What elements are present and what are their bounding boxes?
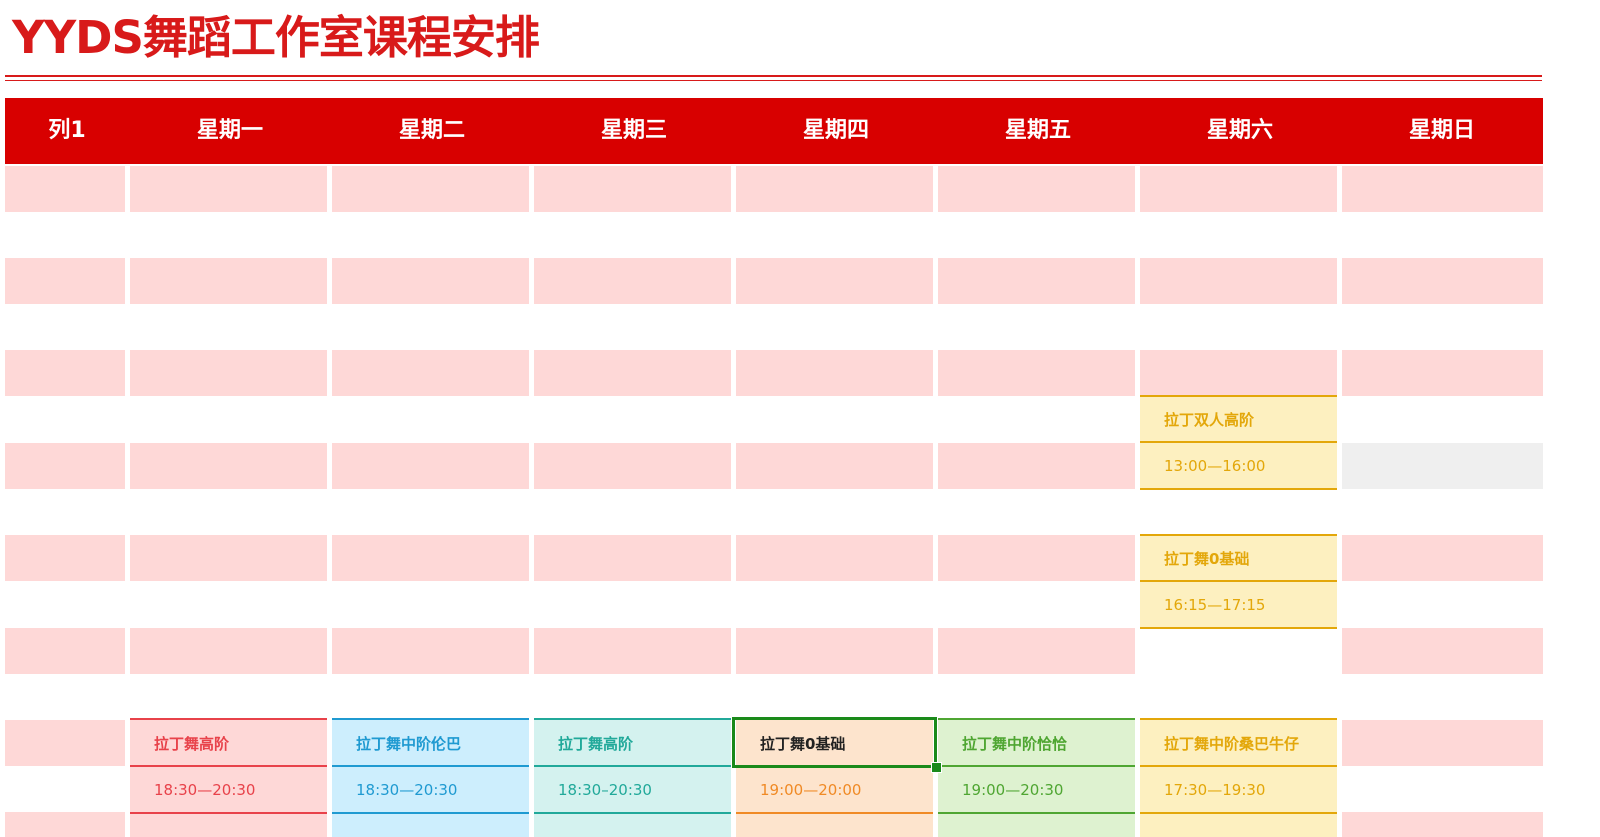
grid-cell[interactable] <box>5 720 125 766</box>
course-cell-continuation[interactable] <box>938 814 1135 837</box>
course-time-cell[interactable]: 19:00—20:30 <box>938 765 1135 814</box>
course-time-cell[interactable]: 18:30—20:30 <box>332 765 529 814</box>
grid-cell[interactable] <box>736 166 933 212</box>
grid-cell[interactable] <box>736 535 933 581</box>
grid-cell[interactable] <box>332 166 529 212</box>
course-name-cell[interactable]: 拉丁双人高阶 <box>1140 395 1337 442</box>
course-cell-continuation[interactable] <box>1140 814 1337 837</box>
course-time-cell[interactable]: 13:00—16:00 <box>1140 441 1337 490</box>
grid-cell[interactable] <box>1342 350 1543 396</box>
grid-cell[interactable] <box>736 350 933 396</box>
course-name-cell[interactable]: 拉丁舞中阶恰恰 <box>938 718 1135 766</box>
selected-cell-outline <box>732 717 937 768</box>
grid-cell[interactable] <box>1140 350 1337 396</box>
header-thursday[interactable]: 星期四 <box>735 98 937 164</box>
grid-cell[interactable] <box>1342 535 1543 581</box>
grid-cell[interactable] <box>938 443 1135 489</box>
grid-cell[interactable] <box>332 535 529 581</box>
course-cell-continuation[interactable] <box>130 814 327 837</box>
page-title: YYDS舞蹈工作室课程安排 <box>12 11 540 64</box>
grid-cell[interactable] <box>938 535 1135 581</box>
course-name-cell[interactable]: 拉丁舞0基础 <box>1140 534 1337 581</box>
course-cell-continuation[interactable] <box>332 814 529 837</box>
grid-cell[interactable] <box>332 350 529 396</box>
grid-cell[interactable] <box>130 166 327 212</box>
grid-cell[interactable] <box>5 350 125 396</box>
course-time-cell[interactable]: 16:15—17:15 <box>1140 580 1337 629</box>
course-cell-continuation[interactable] <box>534 814 731 837</box>
grid-cell[interactable] <box>5 812 125 837</box>
grid-cell[interactable] <box>534 628 731 674</box>
grid-cell[interactable] <box>130 628 327 674</box>
grid-cell[interactable] <box>5 443 125 489</box>
grid-cell[interactable] <box>1342 628 1543 674</box>
header-tuesday[interactable]: 星期二 <box>331 98 533 164</box>
grid-cell[interactable] <box>534 443 731 489</box>
course-time-cell[interactable]: 18:30—20:30 <box>130 765 327 814</box>
grid-cell[interactable] <box>130 258 327 304</box>
grid-cell[interactable] <box>130 350 327 396</box>
grid-cell[interactable] <box>130 535 327 581</box>
course-time-cell[interactable]: 19:00—20:00 <box>736 765 933 814</box>
grid-cell[interactable] <box>332 443 529 489</box>
header-saturday[interactable]: 星期六 <box>1139 98 1341 164</box>
grid-cell[interactable] <box>1342 720 1543 766</box>
grid-cell[interactable] <box>5 628 125 674</box>
grid-cell[interactable] <box>1342 443 1543 489</box>
title-rule-bottom <box>5 80 1542 81</box>
grid-cell[interactable] <box>938 628 1135 674</box>
grid-cell[interactable] <box>332 258 529 304</box>
course-time-cell[interactable]: 17:30—19:30 <box>1140 765 1337 814</box>
grid-cell[interactable] <box>130 443 327 489</box>
grid-cell[interactable] <box>534 166 731 212</box>
grid-cell[interactable] <box>1140 166 1337 212</box>
course-name-cell[interactable]: 拉丁舞中阶伦巴 <box>332 718 529 766</box>
header-sunday[interactable]: 星期日 <box>1341 98 1543 164</box>
header-friday[interactable]: 星期五 <box>937 98 1139 164</box>
header-monday[interactable]: 星期一 <box>129 98 331 164</box>
schedule-header-row: 列1 星期一 星期二 星期三 星期四 星期五 星期六 星期日 <box>5 98 1543 164</box>
course-name-cell[interactable]: 拉丁舞高阶 <box>534 718 731 766</box>
grid-cell[interactable] <box>534 350 731 396</box>
grid-cell[interactable] <box>5 535 125 581</box>
grid-cell[interactable] <box>736 628 933 674</box>
grid-cell[interactable] <box>534 258 731 304</box>
header-col1[interactable]: 列1 <box>5 98 129 164</box>
grid-cell[interactable] <box>736 258 933 304</box>
grid-cell[interactable] <box>1342 166 1543 212</box>
course-cell-continuation[interactable] <box>736 814 933 837</box>
course-time-cell[interactable]: 18:30–20:30 <box>534 765 731 814</box>
grid-cell[interactable] <box>1342 258 1543 304</box>
grid-cell[interactable] <box>534 535 731 581</box>
grid-cell[interactable] <box>938 258 1135 304</box>
grid-cell[interactable] <box>5 166 125 212</box>
grid-cell[interactable] <box>736 443 933 489</box>
title-rule-top <box>5 75 1542 77</box>
grid-cell[interactable] <box>5 258 125 304</box>
grid-cell[interactable] <box>1342 812 1543 837</box>
grid-cell[interactable] <box>938 166 1135 212</box>
grid-cell[interactable] <box>332 628 529 674</box>
header-wednesday[interactable]: 星期三 <box>533 98 735 164</box>
grid-cell[interactable] <box>938 350 1135 396</box>
course-name-cell[interactable]: 拉丁舞高阶 <box>130 718 327 766</box>
course-name-cell[interactable]: 拉丁舞中阶桑巴牛仔 <box>1140 718 1337 766</box>
grid-cell[interactable] <box>1140 258 1337 304</box>
fill-handle[interactable] <box>931 762 942 773</box>
